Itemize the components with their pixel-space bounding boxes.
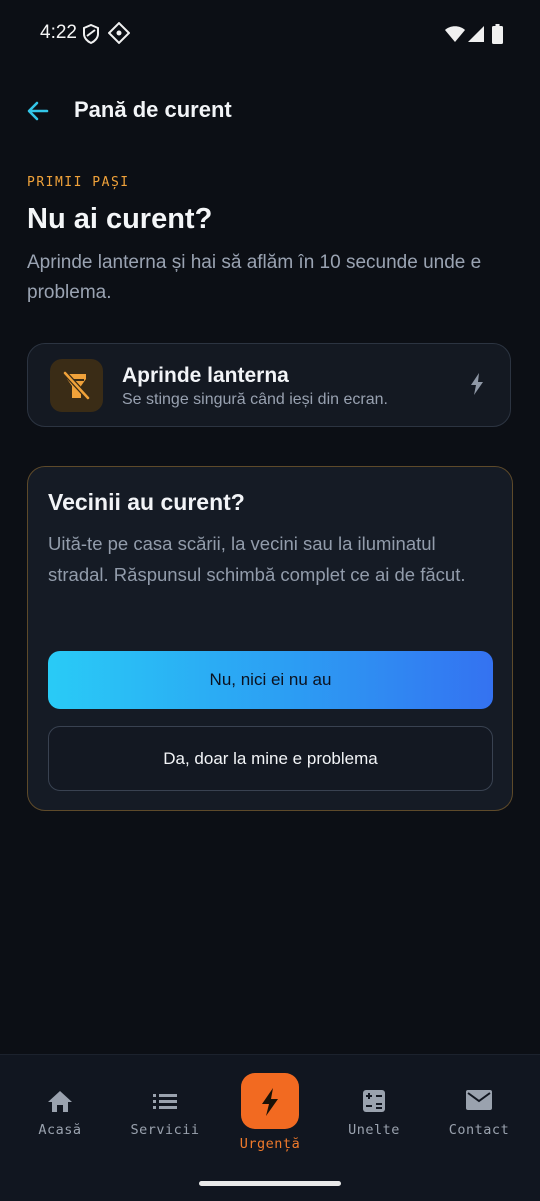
no-power-neighbors-button[interactable]: Nu, nici ei nu au xyxy=(48,651,493,709)
list-icon xyxy=(153,1094,177,1109)
home-indicator[interactable] xyxy=(199,1181,341,1186)
screen-title: Pană de curent xyxy=(74,97,232,122)
section-eyebrow: PRIMII PAȘI xyxy=(27,175,130,190)
bolt-icon xyxy=(471,373,483,395)
bottom-navigation: Acasă Servicii Urgență Unelte Contact xyxy=(0,1054,540,1201)
nav-item-servicii[interactable]: Servicii xyxy=(111,1055,219,1165)
top-app-bar: Pană de curent xyxy=(0,80,540,140)
nav-item-contact[interactable]: Contact xyxy=(425,1055,533,1165)
wifi-icon xyxy=(445,26,465,42)
shield-icon xyxy=(83,24,99,44)
nav-label-contact: Contact xyxy=(448,1122,510,1138)
nav-label-servicii: Servicii xyxy=(130,1122,200,1138)
nav-label-unelte: Unelte xyxy=(348,1122,400,1138)
only-my-problem-label: Da, doar la mine e problema xyxy=(163,748,378,768)
flashlight-card[interactable]: Aprinde lanterna Se stinge singură când … xyxy=(27,343,511,427)
no-power-neighbors-label: Nu, nici ei nu au xyxy=(209,670,332,689)
back-button[interactable] xyxy=(22,94,56,128)
nav-active-indicator xyxy=(241,1073,299,1129)
flashlight-subtitle: Se stinge singură când ieși din ecran. xyxy=(122,391,388,408)
question-title: Vecinii au curent? xyxy=(48,489,245,515)
nav-item-unelte[interactable]: Unelte xyxy=(320,1055,428,1165)
flashlight-title: Aprinde lanterna xyxy=(122,364,289,387)
neighbors-question-card: Vecinii au curent? Uită-te pe casa scări… xyxy=(27,466,513,811)
status-bar: 4:22 xyxy=(0,0,540,68)
nav-label-acasa: Acasă xyxy=(38,1122,82,1138)
flashlight-off-icon xyxy=(63,371,90,400)
nav-item-acasa[interactable]: Acasă xyxy=(6,1055,114,1165)
intro-text: Aprinde lanterna și hai să aflăm în 10 s… xyxy=(27,252,482,303)
status-time: 4:22 xyxy=(40,22,77,43)
bolt-icon xyxy=(262,1088,278,1116)
nav-label-urgenta: Urgență xyxy=(239,1136,301,1152)
question-text: Uită-te pe casa scării, la vecini sau la… xyxy=(48,533,466,585)
flashlight-icon-container xyxy=(50,359,103,412)
battery-icon xyxy=(492,24,503,44)
arrow-left-icon xyxy=(27,101,49,121)
calculator-icon xyxy=(363,1090,385,1112)
page-heading: Nu ai curent? xyxy=(27,203,213,235)
cell-signal-icon xyxy=(468,26,484,42)
only-my-problem-button[interactable]: Da, doar la mine e problema xyxy=(48,726,493,791)
mail-icon xyxy=(466,1090,492,1110)
vpn-key-icon xyxy=(108,22,130,44)
nav-item-urgenta[interactable]: Urgență xyxy=(216,1055,324,1165)
home-icon xyxy=(48,1091,72,1112)
